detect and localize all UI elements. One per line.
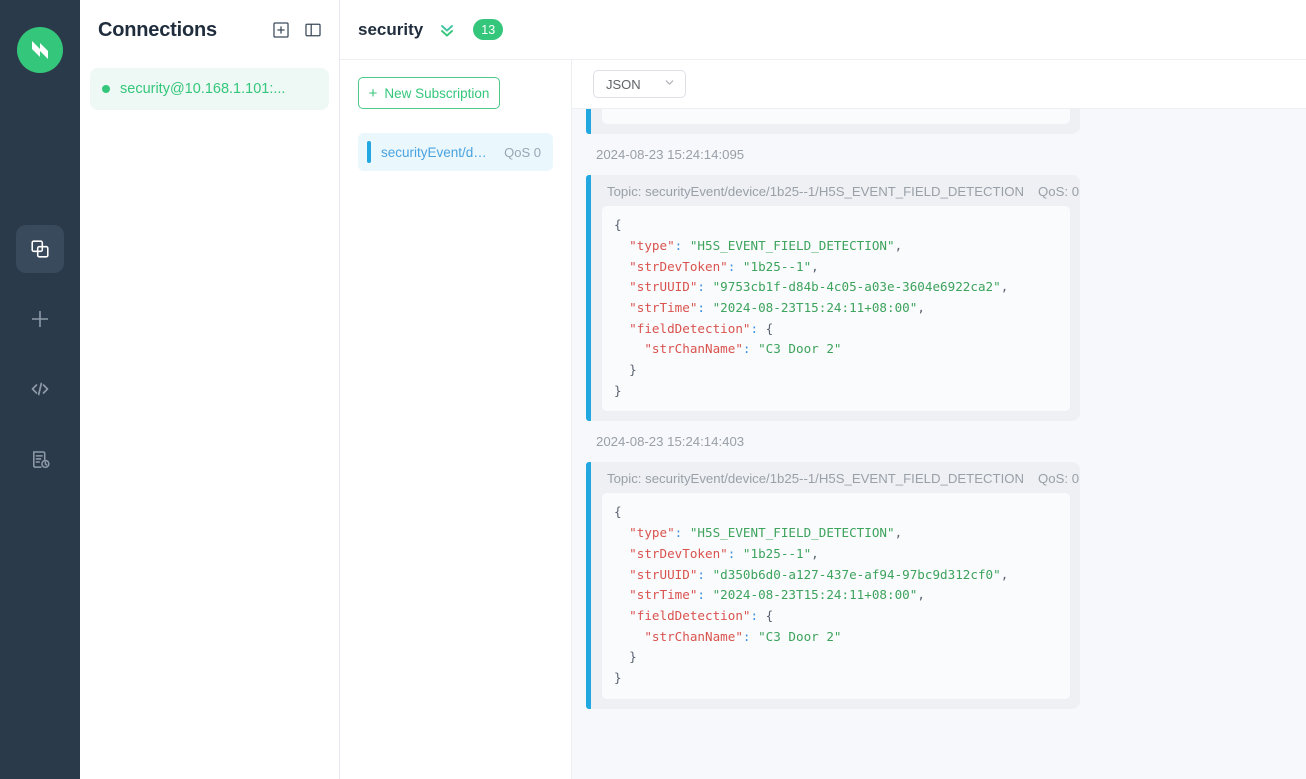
plus-icon: +: [368, 84, 378, 102]
sidebar-item-new-connection[interactable]: [16, 295, 64, 343]
connections-header: Connections: [80, 0, 339, 60]
message-meta: Topic: securityEvent/device/1b25--1/H5S_…: [596, 175, 1079, 206]
message-qos: QoS: 0: [1038, 471, 1080, 487]
new-subscription-button[interactable]: + New Subscription: [358, 77, 500, 109]
chevron-down-icon: [663, 76, 676, 92]
main-region: security 13 + New Subscription securityE…: [340, 0, 1306, 779]
sidebar-item-connections[interactable]: [16, 225, 64, 273]
message-card[interactable]: "strChanName": "C3 Door 2" } }: [586, 109, 1080, 135]
message-payload: "strChanName": "C3 Door 2" } }: [602, 109, 1070, 125]
message-count-badge: 13: [473, 19, 504, 40]
message-timestamp: 2024-08-23 15:24:14:095: [596, 147, 745, 163]
messages-panel: JSON "strChanName": "C3 Door 2" } } 2024-…: [572, 60, 1306, 779]
subscription-item[interactable]: securityEvent/dev... QoS 0: [358, 133, 553, 171]
double-chevron-down-icon[interactable]: [437, 20, 457, 40]
connections-panel: Connections security@10.168.1.101:...: [80, 0, 340, 779]
message-card[interactable]: Topic: securityEvent/device/1b25--1/H5S_…: [586, 462, 1080, 710]
subscription-qos: QoS 0: [504, 144, 541, 160]
sidebar-item-log[interactable]: [16, 435, 64, 483]
connection-name: security@10.168.1.101:...: [120, 81, 286, 97]
payload-format-select[interactable]: JSON: [593, 70, 686, 98]
subscriptions-panel: + New Subscription securityEvent/dev... …: [340, 60, 572, 779]
message-card[interactable]: Topic: securityEvent/device/1b25--1/H5S_…: [586, 175, 1080, 422]
plus-square-icon[interactable]: [272, 21, 290, 39]
mqttx-logo-icon: [17, 27, 63, 73]
panel-layout-icon[interactable]: [304, 21, 322, 39]
connection-title: security: [358, 19, 424, 39]
message-qos: QoS: 0: [1038, 184, 1080, 200]
messages-scroll-area[interactable]: "strChanName": "C3 Door 2" } } 2024-08-23…: [572, 109, 1306, 779]
message-topic: Topic: securityEvent/device/1b25--1/H5S_…: [607, 184, 1025, 200]
page-title: Connections: [98, 18, 217, 41]
connection-header: security 13: [340, 0, 1306, 60]
message-meta: Topic: securityEvent/device/1b25--1/H5S_…: [596, 462, 1079, 493]
message-payload: { "type": "H5S_EVENT_FIELD_DETECTION", "…: [602, 206, 1070, 412]
subscription-topic: securityEvent/dev...: [381, 144, 495, 160]
message-payload: { "type": "H5S_EVENT_FIELD_DETECTION", "…: [602, 493, 1070, 699]
sidebar-item-scripts[interactable]: [16, 365, 64, 413]
new-subscription-label: New Subscription: [384, 85, 490, 101]
connections-list: security@10.168.1.101:...: [80, 60, 339, 110]
messages-list: "strChanName": "C3 Door 2" } } 2024-08-23…: [572, 109, 1306, 710]
subscription-color-bar: [367, 141, 371, 163]
message-timestamp: 2024-08-23 15:24:14:403: [596, 434, 745, 450]
payload-format-value: JSON: [606, 76, 641, 92]
status-dot-icon: [102, 85, 110, 93]
messages-toolbar: JSON: [572, 60, 1306, 109]
activity-rail: [0, 0, 80, 779]
list-item[interactable]: security@10.168.1.101:...: [90, 68, 329, 110]
mqttx-window: Connections security@10.168.1.101:... se…: [0, 0, 1306, 779]
message-topic: Topic: securityEvent/device/1b25--1/H5S_…: [607, 471, 1025, 487]
